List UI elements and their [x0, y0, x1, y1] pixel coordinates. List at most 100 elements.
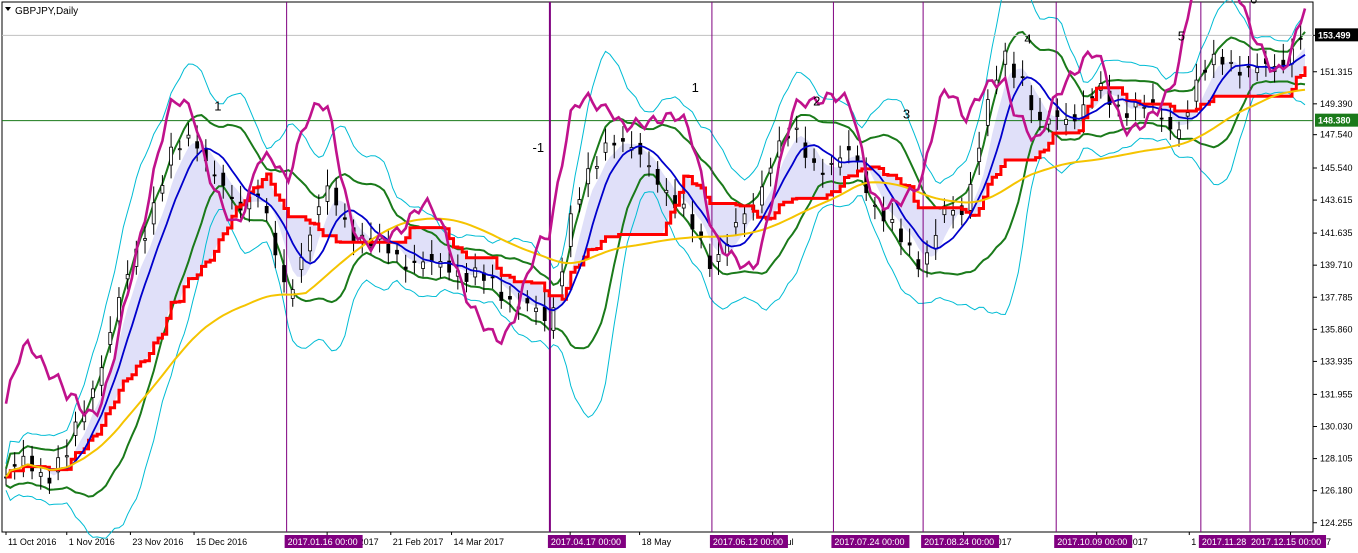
- candle-body: [64, 455, 69, 458]
- candle-body: [160, 185, 165, 194]
- candle-body: [690, 214, 695, 230]
- x-axis-tick-label: 14 Mar 2017: [454, 537, 505, 547]
- x-axis-tick-label: 1 Nov 2016: [69, 537, 115, 547]
- chart-title: GBPJPY,Daily: [15, 6, 78, 17]
- wave-count-label: 3: [903, 107, 910, 122]
- candle-body: [508, 296, 512, 300]
- candle-body: [221, 172, 226, 186]
- candle-body: [195, 141, 200, 149]
- candle-body: [464, 272, 469, 282]
- candle-body: [760, 186, 764, 206]
- y-axis-tick-label: 128.105: [1320, 454, 1353, 464]
- y-axis-tick-label: 126.180: [1320, 486, 1353, 496]
- candle-body: [925, 252, 929, 265]
- candle-body: [73, 421, 78, 436]
- candle-body: [733, 222, 738, 228]
- candle-body: [1281, 59, 1286, 66]
- candle-body: [1055, 110, 1060, 117]
- candle-body: [1012, 63, 1016, 78]
- candle-body: [907, 242, 912, 246]
- candle-body: [1020, 76, 1025, 79]
- candle-body: [12, 464, 17, 467]
- y-axis-tick-label: 130.030: [1320, 422, 1353, 432]
- candle-body: [933, 235, 938, 250]
- candle-body: [490, 276, 495, 279]
- candle-body: [916, 259, 921, 270]
- candle-body: [707, 255, 712, 269]
- candle-body: [342, 217, 347, 220]
- candle-body: [1185, 112, 1190, 117]
- candle-body: [586, 168, 591, 185]
- candle-body: [742, 213, 747, 225]
- candle-body: [230, 196, 234, 200]
- candle-body: [38, 472, 43, 477]
- candle-body: [899, 228, 903, 243]
- candle-body: [1194, 79, 1199, 102]
- candle-body: [1203, 69, 1207, 73]
- candle-body: [90, 388, 95, 398]
- candle-body: [308, 234, 313, 252]
- candle-body: [655, 168, 660, 185]
- candle-body: [525, 298, 530, 304]
- y-axis-tick-label: 131.955: [1320, 389, 1353, 399]
- y-axis-tick-label: 143.615: [1320, 195, 1353, 205]
- candle-body: [325, 185, 330, 202]
- candle-body: [568, 213, 573, 247]
- candle-body: [1255, 67, 1260, 74]
- candle-body: [1029, 95, 1034, 111]
- candle-body: [968, 183, 973, 211]
- candle-body: [1298, 37, 1303, 40]
- wave-count-label: 4: [1024, 32, 1031, 47]
- hline-price-label: 148.380: [1318, 116, 1351, 126]
- candle-body: [386, 243, 391, 254]
- wave-count-label: 1: [692, 80, 699, 95]
- candle-body: [647, 165, 651, 168]
- candle-body: [177, 148, 182, 151]
- x-axis-tick-label: 23 Nov 2016: [132, 537, 183, 547]
- y-axis-tick-label: 149.390: [1320, 99, 1353, 109]
- candle-body: [768, 167, 773, 174]
- candle-body: [1246, 65, 1251, 68]
- y-axis-tick-label: 141.635: [1320, 228, 1353, 238]
- candle-body: [872, 204, 877, 207]
- candle-body: [794, 127, 799, 130]
- candle-body: [803, 142, 808, 158]
- candle-body: [612, 142, 617, 146]
- candle-body: [664, 189, 669, 194]
- marker-date-label: 2017.06.12 00:00: [713, 537, 783, 547]
- current-price-label: 153.499: [1318, 30, 1351, 40]
- candle-body: [985, 99, 990, 126]
- candle-body: [421, 261, 425, 269]
- candle-body: [125, 274, 130, 280]
- candle-body: [1090, 96, 1095, 99]
- candle-body: [1003, 50, 1008, 65]
- candle-body: [99, 367, 104, 386]
- candle-body: [264, 206, 269, 214]
- candle-body: [594, 166, 599, 169]
- candle-body: [1124, 113, 1129, 118]
- candle-body: [186, 134, 191, 139]
- candle-body: [829, 162, 834, 165]
- candle-body: [1142, 106, 1147, 109]
- candle-body: [812, 158, 816, 163]
- candle-body: [1211, 53, 1216, 66]
- candle-body: [820, 172, 825, 175]
- candle-body: [942, 208, 947, 216]
- candle-body: [151, 202, 156, 225]
- candle-body: [977, 147, 982, 162]
- wave-count-label: 6: [1250, 0, 1257, 7]
- y-axis-tick-label: 145.540: [1320, 163, 1353, 173]
- y-axis-tick-label: 124.255: [1320, 518, 1353, 528]
- y-axis-tick-label: 137.785: [1320, 292, 1353, 302]
- candle-body: [1159, 117, 1164, 120]
- candle-body: [1229, 62, 1234, 64]
- candle-body: [30, 455, 34, 472]
- x-axis-tick-label: 21 Feb 2017: [393, 537, 444, 547]
- candle-body: [212, 174, 217, 177]
- candle-body: [282, 265, 286, 283]
- candle-body: [334, 187, 339, 206]
- candle-body: [1064, 118, 1068, 125]
- candle-body: [681, 203, 686, 209]
- x-axis-tick-label: 1: [1191, 537, 1196, 547]
- candle-body: [499, 291, 504, 301]
